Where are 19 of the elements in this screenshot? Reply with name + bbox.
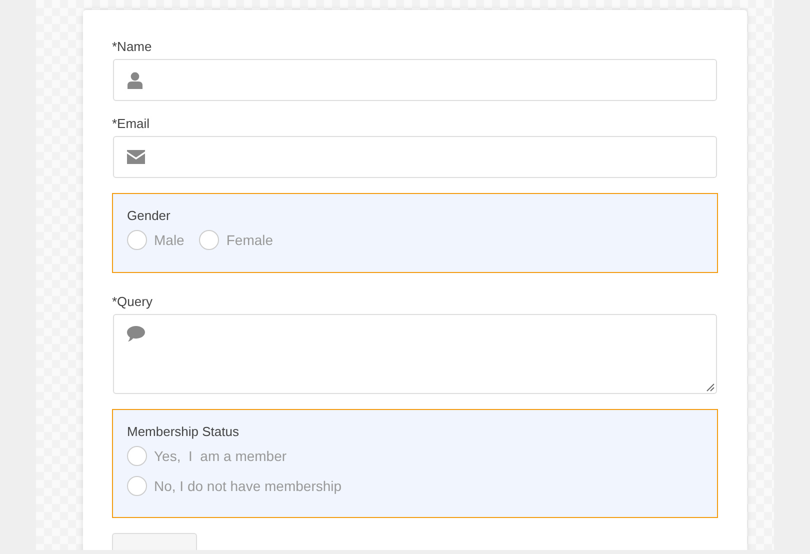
option-label[interactable]: No, I do not have membership: [154, 478, 342, 494]
input-field[interactable]: [113, 136, 717, 178]
group-label: Gender: [127, 208, 172, 223]
option-label[interactable]: Female: [226, 232, 274, 248]
radio-button[interactable]: [199, 230, 220, 250]
field-label: *Name: [112, 39, 153, 54]
field-label: *Email: [112, 116, 151, 131]
group-label: Membership Status: [127, 424, 240, 439]
field-label: *Query: [112, 294, 154, 309]
input-field[interactable]: [113, 59, 717, 101]
radio-button[interactable]: [127, 230, 147, 250]
speech-bubble-icon: [127, 326, 145, 342]
option-label[interactable]: Male: [154, 232, 184, 248]
radio-button[interactable]: [127, 446, 147, 466]
radio-button[interactable]: [127, 476, 147, 496]
envelope-icon: [127, 150, 145, 164]
resize-grip-icon[interactable]: [706, 383, 715, 392]
option-label[interactable]: Yes, I am a member: [154, 448, 287, 464]
person-icon: [127, 72, 143, 88]
